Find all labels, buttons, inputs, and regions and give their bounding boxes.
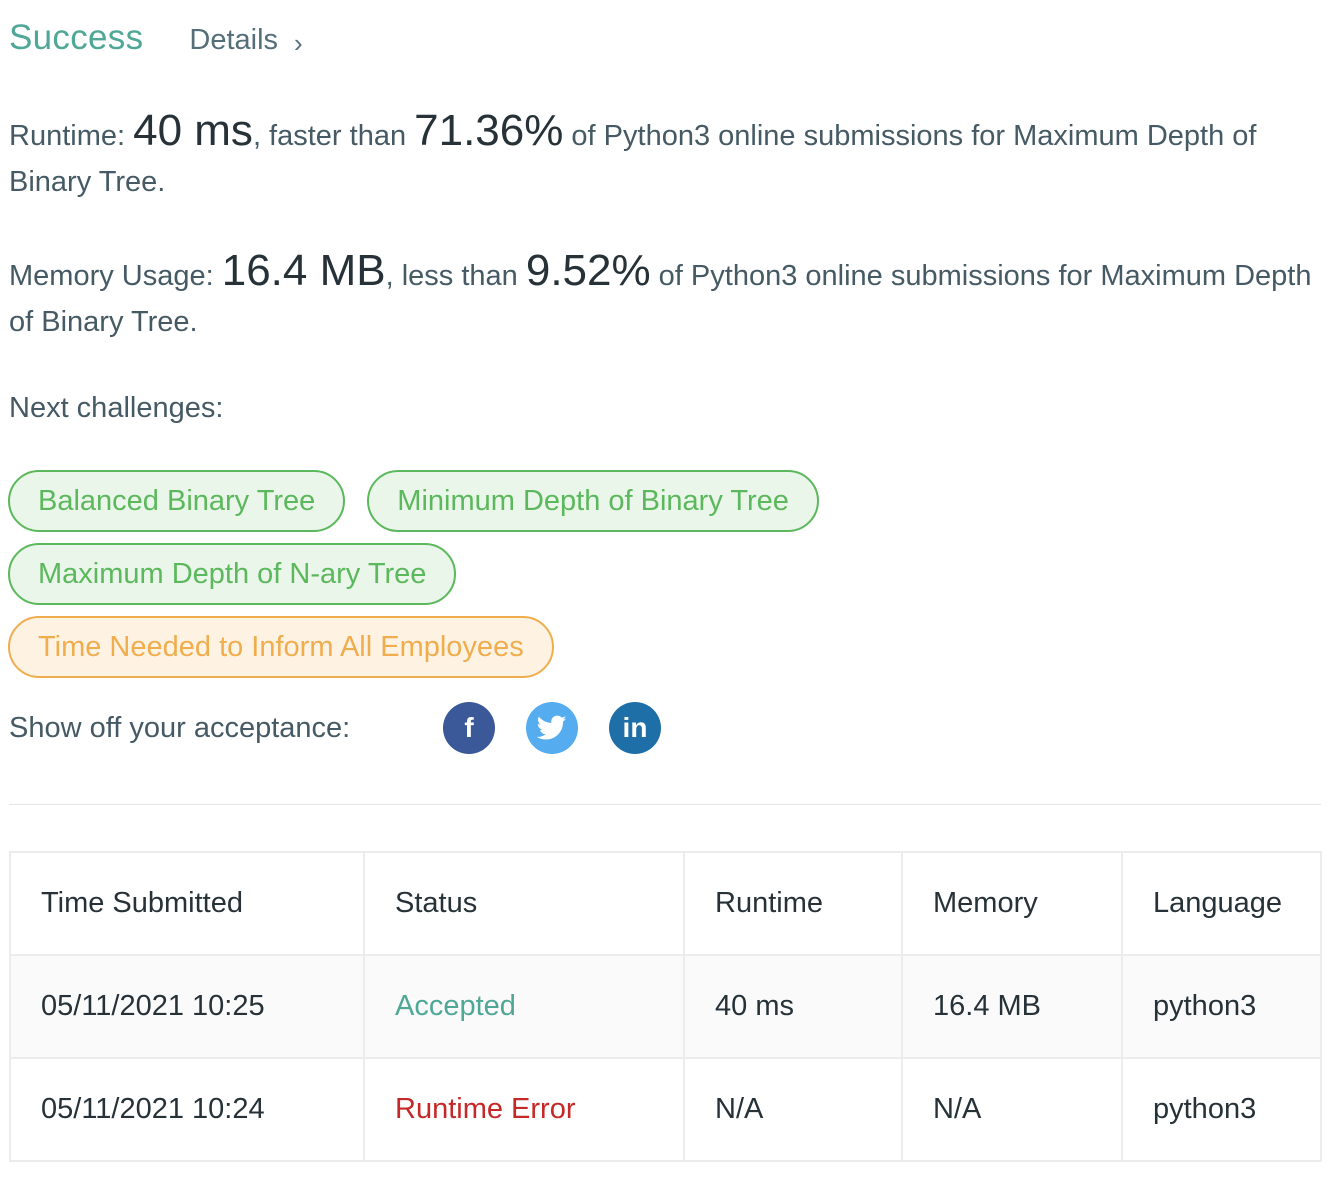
cell-time: 05/11/2021 10:25 <box>9 954 365 1059</box>
chevron-right-icon: › <box>294 27 303 58</box>
runtime-percent: 71.36% <box>414 106 564 155</box>
col-header-status: Status <box>363 851 685 956</box>
linkedin-share-button[interactable]: in <box>609 702 661 754</box>
table-row: 05/11/2021 10:25 Accepted 40 ms 16.4 MB … <box>9 954 1322 1059</box>
cell-status-link[interactable]: Accepted <box>363 954 685 1059</box>
memory-summary: Memory Usage: 16.4 MB, less than 9.52% o… <box>9 248 1324 345</box>
col-header-time-submitted: Time Submitted <box>9 851 365 956</box>
details-link[interactable]: Details › <box>189 24 302 57</box>
runtime-value: 40 ms <box>133 106 253 155</box>
cell-language: python3 <box>1121 1057 1322 1162</box>
details-label: Details <box>189 24 279 56</box>
table-header-row: Time Submitted Status Runtime Memory Lan… <box>9 851 1322 956</box>
cell-runtime: N/A <box>683 1057 903 1162</box>
col-header-runtime: Runtime <box>683 851 903 956</box>
twitter-share-button[interactable] <box>526 702 578 754</box>
challenge-chip-maximum-depth-of-n-ary-tree[interactable]: Maximum Depth of N-ary Tree <box>8 543 457 605</box>
facebook-icon: f <box>464 712 474 743</box>
challenge-chip-time-needed-to-inform-all-employees[interactable]: Time Needed to Inform All Employees <box>8 616 554 678</box>
next-challenges-list: Balanced Binary Tree Minimum Depth of Bi… <box>8 470 1008 689</box>
col-header-memory: Memory <box>901 851 1123 956</box>
table-row: 05/11/2021 10:24 Runtime Error N/A N/A p… <box>9 1057 1322 1162</box>
memory-label: Memory Usage: <box>9 260 222 292</box>
challenge-chip-balanced-binary-tree[interactable]: Balanced Binary Tree <box>8 470 346 532</box>
memory-mid: , less than <box>385 260 526 292</box>
cell-time: 05/11/2021 10:24 <box>9 1057 365 1162</box>
section-divider <box>9 804 1321 805</box>
runtime-summary: Runtime: 40 ms, faster than 71.36% of Py… <box>9 108 1324 205</box>
cell-runtime: 40 ms <box>683 954 903 1059</box>
share-label: Show off your acceptance: <box>9 711 351 744</box>
submissions-table: Time Submitted Status Runtime Memory Lan… <box>9 851 1322 1162</box>
result-header: Success Details › <box>9 18 303 66</box>
memory-percent: 9.52% <box>525 246 651 295</box>
linkedin-icon: in <box>622 712 648 743</box>
cell-status-link[interactable]: Runtime Error <box>363 1057 685 1162</box>
challenge-chip-minimum-depth-of-binary-tree[interactable]: Minimum Depth of Binary Tree <box>367 470 819 532</box>
runtime-mid: , faster than <box>252 120 415 152</box>
facebook-share-button[interactable]: f <box>443 702 495 754</box>
cell-memory: 16.4 MB <box>901 954 1123 1059</box>
share-section: Show off your acceptance: f in <box>9 702 692 754</box>
col-header-language: Language <box>1121 851 1322 956</box>
cell-language: python3 <box>1121 954 1322 1059</box>
next-challenges-label: Next challenges: <box>9 392 224 424</box>
memory-value: 16.4 MB <box>221 246 386 295</box>
twitter-icon <box>537 715 567 740</box>
submission-result-page: Success Details › Runtime: 40 ms, faster… <box>0 0 1338 1192</box>
submission-status: Success <box>9 18 144 57</box>
runtime-label: Runtime: <box>9 120 134 152</box>
cell-memory: N/A <box>901 1057 1123 1162</box>
